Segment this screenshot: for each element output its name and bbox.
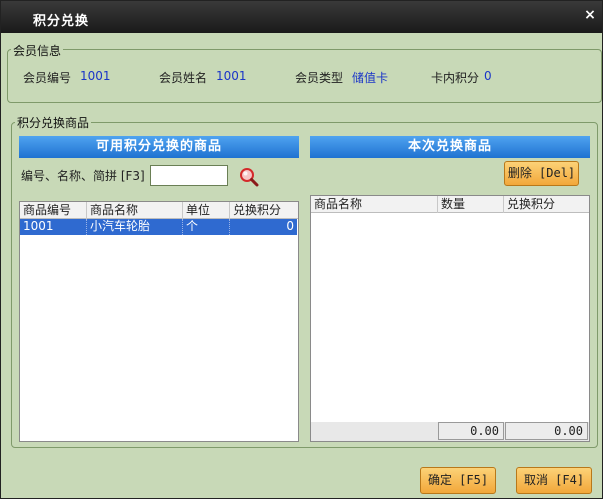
total-quantity: 0.00 [438, 422, 504, 440]
totals-row: 0.00 0.00 [311, 422, 589, 441]
title-bar: 积分兑换 × [1, 1, 602, 33]
member-id-value: 1001 [80, 69, 111, 83]
card-points-value: 0 [484, 69, 492, 83]
cell-name: 小汽车轮胎 [87, 219, 183, 235]
window-title: 积分兑换 [33, 14, 90, 29]
cell-unit: 个 [183, 219, 230, 235]
col-header-points[interactable]: 兑换积分 [230, 202, 298, 219]
member-info-legend: 会员信息 [11, 42, 64, 59]
current-exchange-header: 本次兑换商品 [310, 136, 590, 158]
table-row[interactable]: 1001 小汽车轮胎 个 0 [20, 219, 297, 235]
current-table-header: 商品名称 数量 兑换积分 [311, 196, 589, 213]
delete-button[interactable]: 删除 [Del] [504, 161, 579, 186]
member-type-value: 储值卡 [352, 71, 389, 85]
member-type-label: 会员类型 [295, 71, 344, 85]
member-id-label: 会员编号 [23, 71, 72, 85]
card-points-label: 卡内积分 [431, 71, 480, 85]
col-header-name[interactable]: 商品名称 [87, 202, 183, 219]
cell-points: 0 [286, 219, 294, 233]
col-header-code[interactable]: 商品编号 [20, 202, 87, 219]
points-exchange-window: 积分兑换 × 会员信息 会员编号 1001 会员姓名 1001 会员类型 储值卡… [0, 0, 603, 499]
member-name-label: 会员姓名 [159, 71, 208, 85]
exchange-legend: 积分兑换商品 [15, 114, 92, 131]
cancel-button[interactable]: 取消 [F4] [516, 467, 592, 494]
search-input[interactable] [150, 165, 228, 186]
available-products-table: 商品编号 商品名称 单位 兑换积分 1001 小汽车轮胎 个 0 [19, 201, 299, 442]
confirm-button[interactable]: 确定 [F5] [420, 467, 496, 494]
col-header-unit[interactable]: 单位 [183, 202, 230, 219]
available-products-header: 可用积分兑换的商品 [19, 136, 299, 158]
available-table-header: 商品编号 商品名称 单位 兑换积分 [20, 202, 298, 219]
search-icon[interactable] [238, 166, 260, 188]
col-header-exchange-points[interactable]: 兑换积分 [504, 196, 589, 213]
col-header-quantity[interactable]: 数量 [438, 196, 504, 213]
col-header-product-name[interactable]: 商品名称 [311, 196, 438, 213]
member-name-value: 1001 [216, 69, 247, 83]
current-exchange-table: 商品名称 数量 兑换积分 0.00 0.00 [310, 195, 590, 442]
search-label: 编号、名称、简拼 [F3] [21, 169, 145, 183]
total-points: 0.00 [505, 422, 588, 440]
cell-code: 1001 [20, 219, 87, 235]
close-icon[interactable]: × [583, 8, 597, 22]
